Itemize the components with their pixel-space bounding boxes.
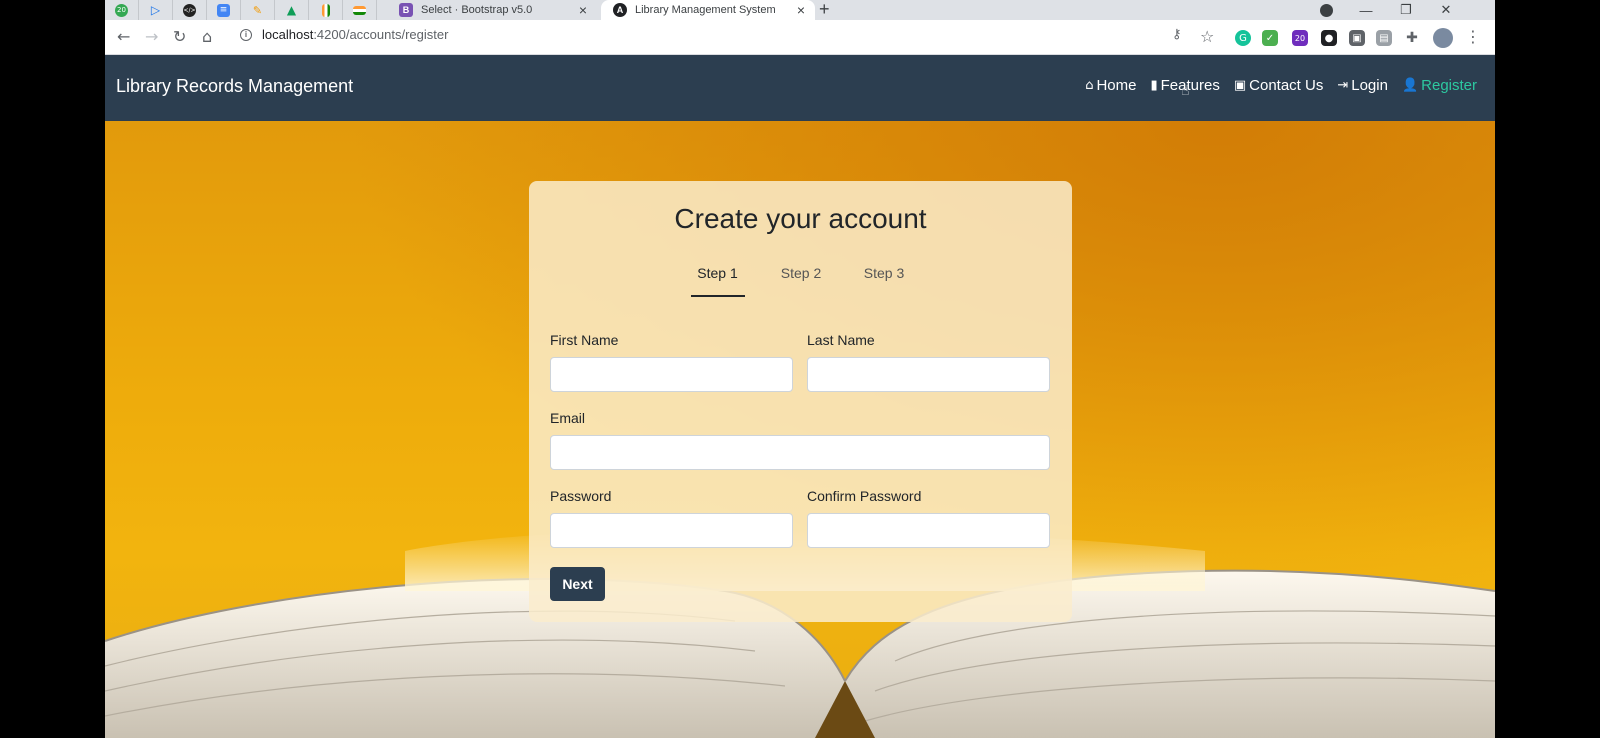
nav-home[interactable]: ⌂ Home bbox=[1085, 77, 1136, 94]
nav-contact[interactable]: ▣ Contact Us bbox=[1234, 77, 1324, 94]
first-name-label: First Name bbox=[550, 332, 619, 348]
email-label: Email bbox=[550, 410, 586, 426]
tab-title: Select · Bootstrap v5.0 bbox=[421, 4, 533, 16]
flag-icon bbox=[353, 5, 366, 15]
nav-links: ⌂ Home ▮ Features ▣ Contact Us ⇥ Login 👤 Regi… bbox=[1071, 77, 1477, 94]
drive-icon: ▲ bbox=[286, 3, 297, 17]
site-brand[interactable]: Library Records Management bbox=[116, 76, 353, 97]
close-icon[interactable]: × bbox=[797, 2, 805, 18]
tab-title: Library Management System bbox=[635, 4, 776, 16]
step-3-tab[interactable]: Step 3 bbox=[843, 265, 926, 297]
address-bar[interactable]: i localhost:4200/accounts/register bbox=[240, 27, 448, 42]
shield-icon[interactable]: ✓ bbox=[1262, 30, 1278, 46]
address-host: localhost bbox=[262, 27, 314, 42]
pinned-tab[interactable]: ▲ bbox=[275, 0, 309, 20]
pinned-tab[interactable]: ≡ bbox=[207, 0, 241, 20]
pinned-badge-icon: 20 bbox=[115, 3, 128, 17]
pinned-tab[interactable]: 20 bbox=[105, 0, 139, 20]
restore-icon[interactable]: ❐ bbox=[1386, 0, 1426, 20]
pinned-tab[interactable] bbox=[309, 0, 343, 20]
clipboard-icon: ▮ bbox=[1150, 78, 1158, 93]
nav-features-label: Features bbox=[1160, 77, 1220, 94]
angular-icon: A bbox=[613, 3, 627, 17]
tab-bootstrap[interactable]: B Select · Bootstrap v5.0 × bbox=[387, 0, 597, 20]
bootstrap-icon: B bbox=[399, 3, 413, 17]
contact-card-icon: ▣ bbox=[1233, 78, 1247, 93]
pinned-tab[interactable]: </> bbox=[173, 0, 207, 20]
register-card: Create your account Step 1 Step 2 Step 3… bbox=[529, 181, 1072, 622]
site-navbar: Library Records Management ⌂ Home ▮ Featur… bbox=[105, 55, 1495, 121]
form-title: Create your account bbox=[674, 203, 927, 234]
user-plus-icon: 👤 bbox=[1401, 78, 1419, 93]
bookmark-star-icon[interactable]: ☆ bbox=[1200, 27, 1214, 46]
step-2-tab[interactable]: Step 2 bbox=[760, 265, 843, 297]
email-field[interactable] bbox=[550, 435, 1050, 470]
pinned-tab[interactable]: ▷ bbox=[139, 0, 173, 20]
grammarly-icon[interactable]: G bbox=[1235, 30, 1251, 46]
menu-dots-icon[interactable]: ⋮ bbox=[1465, 27, 1481, 46]
pinned-tab[interactable] bbox=[343, 0, 377, 20]
home-browser-icon[interactable]: ⌂ bbox=[202, 27, 212, 46]
nav-contact-label: Contact Us bbox=[1249, 77, 1324, 94]
profile-icon[interactable] bbox=[1306, 0, 1346, 20]
back-icon[interactable]: ← bbox=[117, 27, 130, 46]
nav-home-label: Home bbox=[1096, 77, 1137, 94]
close-window-icon[interactable]: ✕ bbox=[1426, 0, 1466, 20]
password-label: Password bbox=[550, 488, 612, 504]
pen-icon: ✎ bbox=[252, 3, 263, 17]
minimize-icon[interactable]: — bbox=[1346, 0, 1386, 20]
password-field[interactable] bbox=[550, 513, 793, 548]
key-icon[interactable]: ⚷ bbox=[1172, 27, 1182, 42]
reload-icon[interactable]: ↻ bbox=[173, 27, 186, 46]
address-path: :4200/accounts/register bbox=[313, 27, 449, 42]
nav-login[interactable]: ⇥ Login bbox=[1337, 77, 1388, 94]
extension-icon[interactable]: ▣ bbox=[1349, 30, 1365, 46]
pinned-tab[interactable]: ✎ bbox=[241, 0, 275, 20]
play-icon: ▷ bbox=[150, 3, 161, 17]
home-icon: ⌂ bbox=[1085, 78, 1094, 93]
flag-icon bbox=[321, 3, 330, 17]
docs-icon: ≡ bbox=[217, 3, 230, 17]
avatar[interactable] bbox=[1433, 28, 1453, 48]
nav-register[interactable]: 👤 Register bbox=[1402, 77, 1477, 94]
code-icon: </> bbox=[183, 3, 196, 17]
close-icon[interactable]: × bbox=[579, 2, 587, 18]
tab-strip: 20 ▷ </> ≡ ✎ ▲ B Select · Bootstrap v5.0… bbox=[105, 0, 1495, 20]
nav-login-label: Login bbox=[1351, 77, 1388, 94]
step-1-tab[interactable]: Step 1 bbox=[690, 265, 745, 297]
first-name-field[interactable] bbox=[550, 357, 793, 392]
confirm-password-field[interactable] bbox=[807, 513, 1050, 548]
info-icon[interactable]: i bbox=[240, 28, 252, 41]
step-tabs: Step 1 Step 2 Step 3 bbox=[529, 265, 1072, 297]
forward-icon[interactable]: → bbox=[145, 27, 158, 46]
browser-toolbar: ← → ↻ ⌂ i localhost:4200/accounts/regist… bbox=[105, 20, 1495, 55]
cursor-icon: ☝ bbox=[1181, 83, 1190, 99]
tab-library[interactable]: A Library Management System × bbox=[601, 0, 815, 20]
last-name-label: Last Name bbox=[807, 332, 875, 348]
extension-badge-icon[interactable]: 20 bbox=[1292, 30, 1308, 46]
last-name-field[interactable] bbox=[807, 357, 1050, 392]
hero-background: Create your account Step 1 Step 2 Step 3… bbox=[105, 121, 1495, 738]
github-icon[interactable]: ● bbox=[1321, 30, 1337, 46]
browser-window: 20 ▷ </> ≡ ✎ ▲ B Select · Bootstrap v5.0… bbox=[105, 0, 1495, 738]
next-button[interactable]: Next bbox=[550, 567, 605, 601]
puzzle-icon[interactable]: ✚ bbox=[1404, 30, 1420, 46]
extension-icon[interactable]: ▤ bbox=[1376, 30, 1392, 46]
confirm-password-label: Confirm Password bbox=[807, 488, 922, 504]
new-tab-icon[interactable]: + bbox=[819, 0, 830, 20]
nav-register-label: Register bbox=[1421, 77, 1477, 94]
sign-in-icon: ⇥ bbox=[1337, 78, 1349, 93]
